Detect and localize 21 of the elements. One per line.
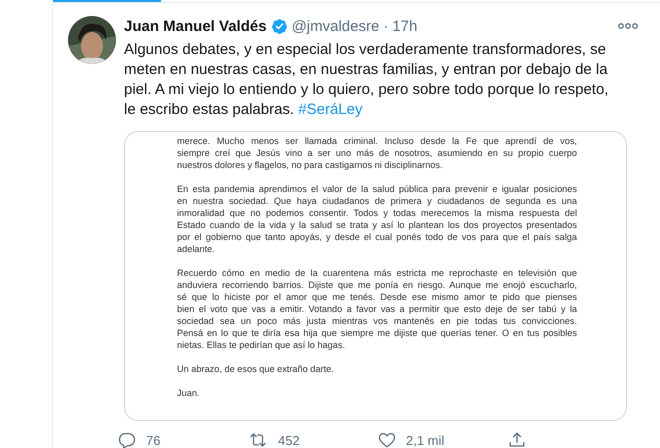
more-icon[interactable] [618,23,638,29]
action-count: 452 [278,432,300,448]
author-handle[interactable]: @jmvaldesre [292,18,380,34]
share-icon[interactable] [508,431,526,448]
retweet-icon[interactable] [248,431,268,448]
reply-icon[interactable] [118,431,136,448]
letter-paragraph: merece. Mucho menos ser llamada criminal. Incluso desde la Fe que aprendí de vos, siempre creí que Jesús vino a ser uno más de nosotros, asumiendo en su propio cuerpo nuestros dolores y flagelos, no para castigarnos ni disciplinarnos. [177,135,577,171]
like-icon[interactable] [378,431,396,448]
avatar[interactable] [68,16,116,64]
letter-paragraph: En esta pandemia aprendimos el valor de la salud pública para prevenir e igualar posiciones en nuestra sociedad. Que haya ciudadanos de primera y ciudadanos de segunda es una inmoralidad que no podemos consentir. Todos y todas merecemos la misma respuesta del Estado cuando de la vida y la salud se trata y así lo plantean los dos proyectos presentados por el gobierno que tanto apoyás, y desde el cual ponés todo de vos para que el país salga adelante. [177,183,577,255]
author-name[interactable]: Juan Manuel Valdés [124,18,267,34]
hashtag-link[interactable]: #SeráLey [298,101,362,118]
action-count: 76 [146,432,160,448]
letter-paragraph: Juan. [177,387,200,399]
letter-paragraph: Un abrazo, de esos que extraño darte. [177,363,335,375]
tweet-text: Algunos debates, y en especial los verdaderamente transformadores, se meten en nuestras casas, en nuestras familias, y entran por debajo de la piel. A mi viejo lo entiendo y lo quiero, pero sobre todo porque lo respeto, le escribo estas palabras. #SeráLey [124,40,610,120]
letter-image[interactable] [124,131,627,421]
action-count: 2,1 mil [406,432,444,448]
letter-paragraph: Recuerdo cómo en medio de la cuarentena más estricta me reprochaste en televisión que anduviera recorriendo barrios. Dijiste que me ponía en riesgo. Aunque me enojó escucharlo, sé que lo hiciste por el amor que me tenés. Desde ese mismo amor te pido que pienses bien el voto que vas a emitir. Votando a favor vas a permitir que esto deje de ser tabú y la sociedad sea un poco más justa mientras vos mantenés en pie todas tus convicciones. Pensá en lo que te diría esa hija que siempre me dijiste que querías tener. O en tus posibles nietas. Ellas te pedirían que así lo hagas. [177,267,577,351]
tweet-time[interactable]: 17h [392,18,418,34]
separator: · [383,18,388,34]
